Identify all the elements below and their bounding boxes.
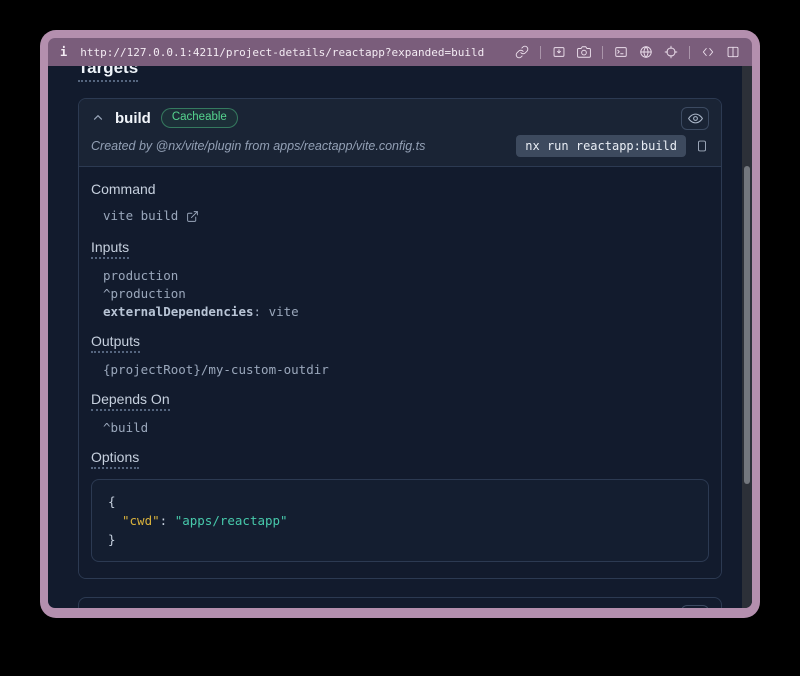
camera-icon[interactable] [577,45,591,59]
options-section: Options { "cwd": "apps/reactapp" } [91,449,709,562]
scrollbar-track[interactable] [742,66,752,608]
cacheable-badge: Cacheable [161,108,238,129]
toolbar-divider [689,46,690,59]
target-name[interactable]: build [115,110,151,127]
build-card-body: Command vite build Inputs production ^pr… [79,166,721,578]
download-icon[interactable] [552,45,566,59]
depends-on-label: Depends On [91,391,709,411]
depends-on-item: ^build [91,419,709,437]
code-icon[interactable] [701,45,715,59]
view-graph-button[interactable] [681,107,709,130]
chevron-up-icon[interactable] [91,111,105,125]
run-command-chip[interactable]: nx run reactapp:build [516,135,686,157]
input-item: production [91,267,709,285]
terminal-icon[interactable] [614,45,628,59]
page-content: Targets build Cacheable Created by @nx/v… [48,66,752,608]
command-value: vite build [103,207,178,225]
options-label: Options [91,449,709,469]
options-code-block: { "cwd": "apps/reactapp" } [91,479,709,562]
scrollbar-thumb[interactable] [744,166,750,484]
external-link-icon[interactable] [186,210,199,223]
copy-icon[interactable] [695,138,709,154]
view-graph-button[interactable] [681,605,709,609]
options-json-line: "cwd": "apps/reactapp" [108,511,692,530]
scroll-area: Targets build Cacheable Created by @nx/v… [48,66,742,608]
toolbar-divider [602,46,603,59]
toolbar-actions [515,45,740,59]
browser-toolbar: i http://127.0.0.1:4211/project-details/… [48,38,752,66]
command-section: Command vite build [91,181,709,227]
target-card-build: build Cacheable Created by @nx/vite/plug… [78,98,722,579]
toolbar-divider [540,46,541,59]
created-by-text: Created by @nx/vite/plugin from apps/rea… [91,139,425,153]
info-icon: i [60,45,67,59]
build-card-header: build Cacheable Created by @nx/vite/plug… [79,99,721,166]
globe-icon[interactable] [639,45,653,59]
target-card-serve: serve vite serve [78,597,722,608]
inputs-section: Inputs production ^production externalDe… [91,239,709,321]
browser-window: i http://127.0.0.1:4211/project-details/… [40,30,760,618]
command-label: Command [91,181,709,197]
page-title: Targets [78,66,722,82]
input-item: ^production [91,285,709,303]
link-icon[interactable] [515,45,529,59]
outputs-section: Outputs {projectRoot}/my-custom-outdir [91,333,709,379]
output-item: {projectRoot}/my-custom-outdir [91,361,709,379]
input-item: externalDependencies: vite [91,303,709,321]
inputs-label: Inputs [91,239,709,259]
address-bar[interactable]: http://127.0.0.1:4211/project-details/re… [80,46,484,59]
split-view-icon[interactable] [726,45,740,59]
depends-on-section: Depends On ^build [91,391,709,437]
outputs-label: Outputs [91,333,709,353]
crosshair-icon[interactable] [664,45,678,59]
